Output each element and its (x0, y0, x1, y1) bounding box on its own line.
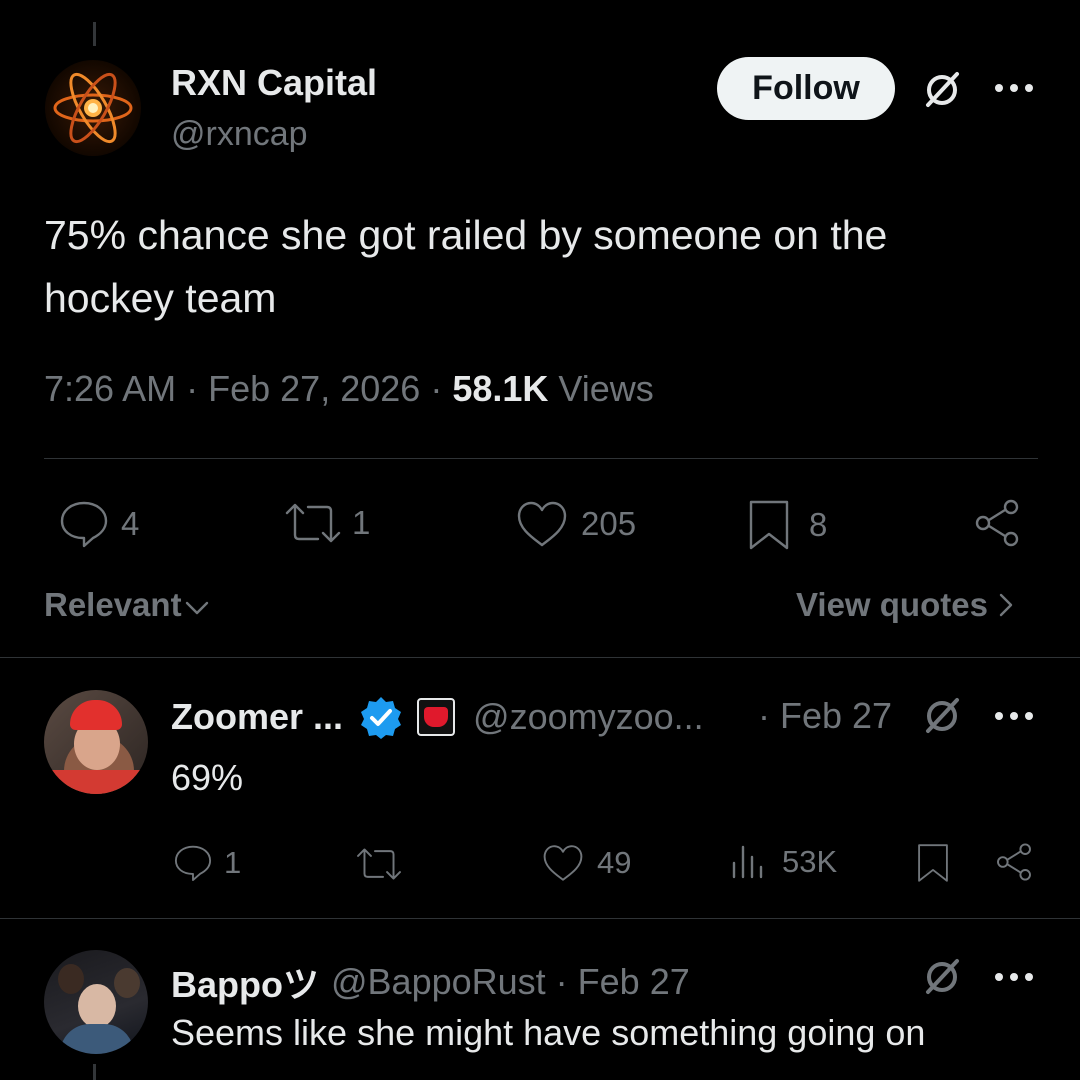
reply-count: 4 (121, 505, 140, 542)
reply-handle[interactable]: @zoomyzoo... (473, 696, 704, 738)
reply-avatar[interactable] (44, 690, 148, 794)
share-button[interactable] (994, 842, 1034, 882)
bookmark-icon (749, 500, 789, 550)
share-icon (997, 843, 1031, 881)
chevron-down-icon (185, 601, 208, 615)
repost-button[interactable] (354, 846, 404, 882)
tweet-text-line: hockey team (44, 275, 277, 321)
author-handle[interactable]: @rxncap (171, 115, 308, 154)
reply-date[interactable]: · Feb 27 (556, 961, 690, 1003)
sort-label: Relevant (44, 586, 182, 623)
repost-icon (285, 503, 341, 543)
repost-button[interactable]: 1 (282, 501, 370, 545)
reply-text: 69% (171, 757, 244, 798)
views-count: 53K (782, 844, 838, 879)
meta-separator: · (430, 368, 443, 409)
atom-logo-icon (53, 72, 133, 144)
analytics-icon (732, 845, 763, 879)
more-options-icon[interactable] (993, 76, 1035, 100)
affiliate-badge-icon[interactable] (417, 698, 456, 736)
bookmark-count: 8 (809, 506, 828, 543)
reply-author-name[interactable]: Bappoツ (171, 956, 319, 1008)
tweet-meta: 7:26 AM · Feb 27, 2026 · 58.1K Views (44, 368, 654, 410)
tweet-text: 75% chance she got railed by someone on … (44, 204, 887, 330)
repost-count: 1 (352, 504, 371, 541)
main-tweet-avatar[interactable] (45, 60, 141, 156)
grok-icon[interactable] (918, 692, 966, 740)
tweet-date[interactable]: Feb 27, 2026 (208, 368, 420, 409)
share-button[interactable] (972, 498, 1022, 548)
sort-dropdown[interactable]: Relevant (44, 586, 210, 624)
reply-avatar[interactable] (44, 950, 148, 1054)
share-icon (975, 499, 1019, 547)
heart-icon (517, 501, 567, 547)
view-quotes-link[interactable]: View quotes (796, 586, 1016, 624)
divider (0, 918, 1080, 919)
verified-badge-icon (361, 697, 402, 739)
reply-header: Bappoツ @BappoRust · Feb 27 (171, 956, 690, 1008)
grok-icon[interactable] (918, 953, 966, 1001)
bookmark-icon (918, 844, 948, 882)
reply-count: 1 (224, 845, 242, 880)
more-options-icon[interactable] (993, 965, 1035, 989)
grok-icon[interactable] (918, 66, 966, 114)
follow-button[interactable]: Follow (717, 57, 895, 120)
reply-icon (60, 501, 108, 548)
reply-handle[interactable]: @BappoRust (331, 961, 546, 1003)
like-count: 205 (581, 505, 637, 542)
more-options-icon[interactable] (993, 704, 1035, 728)
chevron-right-icon (999, 593, 1013, 617)
tweet-time[interactable]: 7:26 AM (44, 368, 176, 409)
bookmark-button[interactable] (916, 842, 950, 884)
reply-header: Zoomer ... @zoomyzoo... (171, 695, 704, 739)
reply-date[interactable]: · Feb 27 (758, 695, 892, 737)
like-button[interactable]: 205 (515, 499, 636, 549)
views-label: Views (558, 368, 654, 409)
views-count[interactable]: 58.1K (452, 368, 548, 409)
like-count: 49 (597, 845, 632, 880)
divider (0, 657, 1080, 658)
reply-author-name[interactable]: Zoomer ... (171, 696, 343, 738)
author-name[interactable]: RXN Capital (171, 62, 377, 104)
thread-line (93, 22, 96, 46)
reply-icon (174, 845, 212, 882)
repost-icon (357, 848, 401, 880)
views-button[interactable]: 53K (730, 843, 837, 881)
thread-line (93, 1064, 96, 1080)
view-quotes-label: View quotes (796, 586, 988, 623)
divider (44, 458, 1038, 459)
like-button[interactable]: 49 (541, 843, 631, 883)
bookmark-button[interactable]: 8 (747, 498, 827, 552)
tweet-text-line: 75% chance she got railed by someone on … (44, 212, 888, 258)
reply-text: Seems like she might have something goin… (171, 1012, 926, 1053)
meta-separator: · (186, 368, 199, 409)
reply-button[interactable]: 1 (172, 842, 241, 884)
heart-icon (543, 845, 583, 881)
reply-button[interactable]: 4 (57, 497, 139, 551)
